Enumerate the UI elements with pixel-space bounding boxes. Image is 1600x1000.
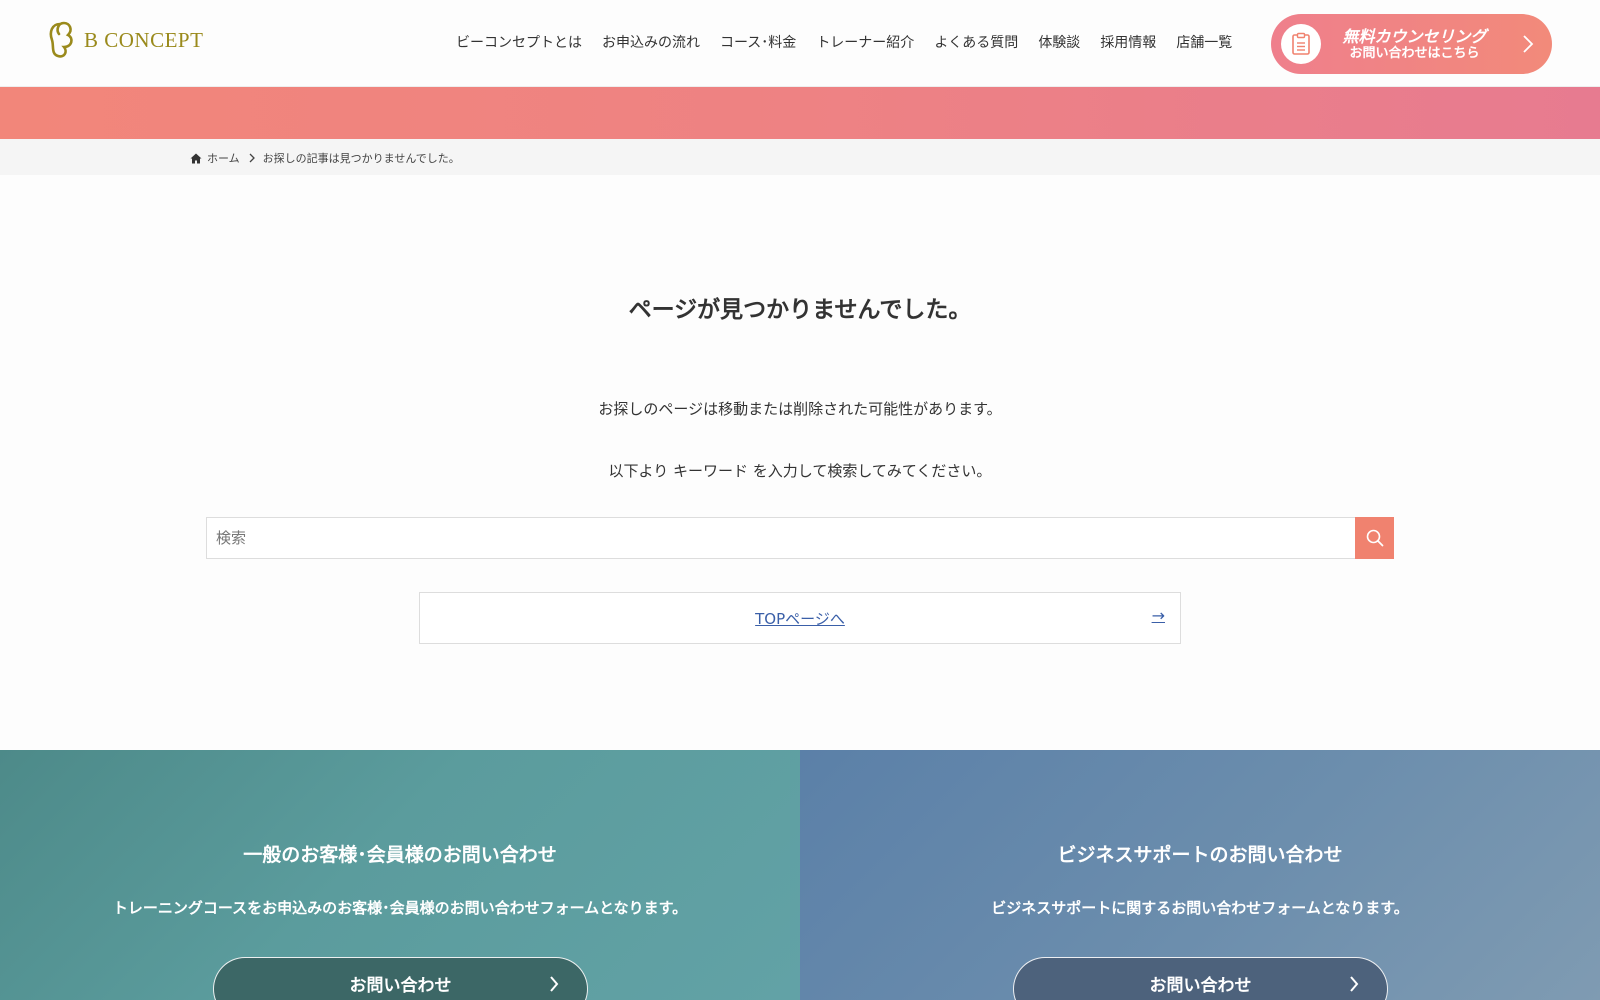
business-contact-button[interactable]: お問い合わせ [1013,957,1388,1000]
not-found-message: お探しのページは移動または削除された可能性があります。 [598,400,1002,418]
breadcrumb-bar: ホーム お探しの記事は見つかりませんでした。 [0,139,1600,175]
breadcrumb: ホーム お探しの記事は見つかりませんでした。 [190,150,460,166]
logo-mark-icon [49,21,73,58]
cta-main-label: 無料カウンセリング [1342,26,1487,46]
chevron-right-icon [1522,34,1534,54]
breadcrumb-home-link[interactable]: ホーム [190,150,240,166]
page-header-band [0,87,1600,139]
breadcrumb-home-label: ホーム [207,152,240,165]
counseling-cta-button[interactable]: 無料カウンセリング お問い合わせはこちら [1271,14,1552,74]
nav-item-course[interactable]: コース･料金 [710,32,806,52]
breadcrumb-current: お探しの記事は見つかりませんでした。 [262,152,460,165]
general-contact-button[interactable]: お問い合わせ [213,957,588,1000]
cta-sub-label: お問い合わせはこちら [1349,45,1480,61]
arrow-right-icon: → [1151,606,1165,625]
nav-item-flow[interactable]: お申込みの流れ [592,32,710,52]
business-contact-panel: ビジネスサポートのお問い合わせ ビジネスサポートに関するお問い合わせフォームとな… [800,750,1600,1000]
page-title: ページが見つかりませんでした。 [628,297,972,323]
logo-text: B CONCEPT [84,27,204,52]
global-nav: ビーコンセプトとは お申込みの流れ コース･料金 トレーナー紹介 よくある質問 … [448,32,1242,52]
nav-item-about[interactable]: ビーコンセプトとは [448,32,592,52]
nav-item-stores[interactable]: 店舗一覧 [1166,32,1242,52]
home-icon [190,153,202,163]
search-instruction: 以下より キーワード を入力して検索してみてください。 [608,462,992,480]
cta-icon-circle [1281,24,1321,64]
search-form [206,517,1394,559]
general-contact-desc: トレーニングコースをお申込みのお客様･会員様のお問い合わせフォームとなります。 [112,899,688,917]
general-contact-title: 一般のお客様･会員様のお問い合わせ [243,844,557,866]
nav-item-trainers[interactable]: トレーナー紹介 [806,32,924,52]
search-button[interactable] [1355,517,1394,559]
nav-item-faq[interactable]: よくある質問 [924,32,1028,52]
general-contact-button-label: お問い合わせ [349,975,452,996]
nav-item-testimonials[interactable]: 体験談 [1028,32,1090,52]
general-contact-panel: 一般のお客様･会員様のお問い合わせ トレーニングコースをお申込みのお客様･会員様… [0,750,800,1000]
business-contact-button-label: お問い合わせ [1149,975,1252,996]
chevron-right-icon [1349,976,1359,992]
clipboard-icon [1292,32,1310,55]
business-contact-desc: ビジネスサポートに関するお問い合わせフォームとなります。 [991,899,1409,917]
site-logo[interactable]: B CONCEPT [46,20,203,60]
chevron-right-icon [249,153,255,163]
search-icon [1366,529,1383,547]
site-header: B CONCEPT ビーコンセプトとは お申込みの流れ コース･料金 トレーナー… [0,0,1600,87]
cta-text: 無料カウンセリング お問い合わせはこちら [1321,27,1522,62]
business-contact-title: ビジネスサポートのお問い合わせ [1057,844,1343,866]
nav-item-recruit[interactable]: 採用情報 [1090,32,1166,52]
search-input[interactable] [206,517,1355,559]
top-page-link-label: TOPページへ [755,609,845,628]
chevron-right-icon [549,976,559,992]
top-page-link[interactable]: TOPページへ → [419,592,1181,644]
